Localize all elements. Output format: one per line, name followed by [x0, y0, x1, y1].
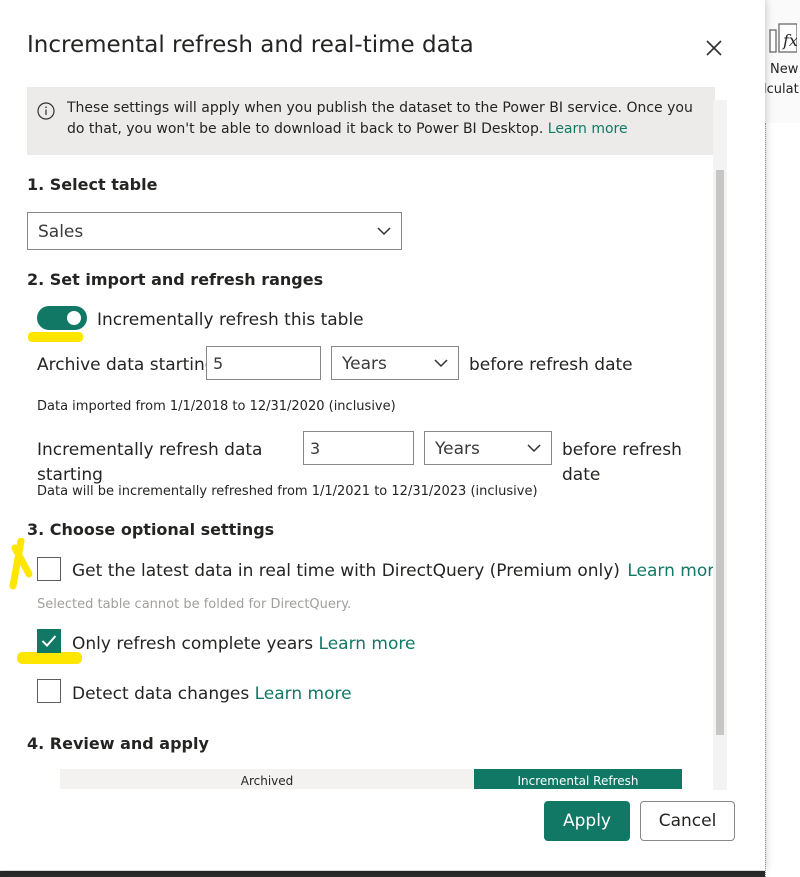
incremental-suffix-line2: date — [562, 465, 601, 485]
section-ranges-heading: 2. Set import and refresh ranges — [27, 270, 324, 289]
dialog-title: Incremental refresh and real-time data — [27, 32, 474, 58]
refresh-timeline: Archived Incremental Refresh — [60, 769, 682, 789]
archive-unit-value: Years — [342, 354, 387, 374]
scrollbar-thumb[interactable] — [716, 170, 724, 735]
detect-changes-label: Detect data changes — [72, 684, 250, 704]
toggle-label: Incrementally refresh this table — [97, 310, 364, 330]
ribbon-label-calculation: lculat — [763, 82, 799, 97]
checkmark-icon — [41, 635, 57, 647]
background-ribbon: fx New lculat — [763, 0, 800, 124]
cancel-button[interactable]: Cancel — [640, 801, 735, 841]
directquery-checkbox[interactable] — [37, 557, 61, 581]
archive-note: Data imported from 1/1/2018 to 12/31/202… — [37, 399, 396, 414]
incremental-value-field[interactable] — [304, 432, 413, 464]
chevron-down-icon — [434, 359, 448, 368]
ribbon-label-new: New — [770, 62, 799, 77]
table-select-value: Sales — [38, 222, 84, 242]
directquery-label: Get the latest data in real time with Di… — [72, 561, 620, 581]
complete-years-label: Only refresh complete years — [72, 634, 314, 654]
directquery-option: Get the latest data in real time with Di… — [72, 561, 724, 581]
incremental-refresh-dialog: Incremental refresh and real-time data T… — [0, 0, 765, 870]
detect-changes-option: Detect data changes Learn more — [72, 684, 352, 704]
info-icon — [37, 102, 55, 120]
highlight-mark — [28, 332, 83, 342]
timeline-archived-segment: Archived — [240, 774, 294, 788]
incremental-label-line1: Incrementally refresh data — [37, 440, 263, 460]
info-text: These settings will apply when you publi… — [67, 98, 697, 140]
info-learn-more-link[interactable]: Learn more — [548, 121, 628, 137]
directquery-note: Selected table cannot be folded for Dire… — [37, 597, 352, 612]
section-select-table-heading: 1. Select table — [27, 175, 158, 194]
close-icon[interactable] — [700, 34, 728, 62]
incremental-note: Data will be incrementally refreshed fro… — [37, 484, 538, 499]
incremental-unit-select[interactable]: Years — [424, 431, 552, 465]
complete-years-checkbox[interactable] — [37, 629, 61, 653]
toggle-knob — [67, 311, 81, 325]
complete-years-option: Only refresh complete years Learn more — [72, 634, 415, 654]
background-canvas — [765, 123, 800, 877]
section-optional-heading: 3. Choose optional settings — [27, 520, 275, 539]
chevron-down-icon — [527, 444, 541, 453]
highlight-mark — [9, 538, 33, 590]
incremental-label-line2: starting — [37, 465, 103, 485]
incremental-unit-value: Years — [435, 439, 480, 459]
table-select[interactable]: Sales — [27, 212, 402, 250]
info-banner: These settings will apply when you publi… — [27, 87, 715, 155]
archive-unit-select[interactable]: Years — [331, 346, 459, 380]
section-review-heading: 4. Review and apply — [27, 734, 209, 753]
chevron-down-icon — [377, 227, 391, 236]
archive-value-input[interactable] — [206, 346, 321, 380]
incremental-suffix-line1: before refresh — [562, 440, 682, 460]
archive-value-field[interactable] — [207, 347, 320, 379]
detect-changes-learn-more-link[interactable]: Learn more — [255, 684, 352, 704]
apply-button[interactable]: Apply — [544, 801, 630, 841]
timeline-incremental-segment: Incremental Refresh — [474, 769, 682, 789]
directquery-learn-more-link[interactable]: Learn more — [627, 561, 724, 581]
incremental-value-input[interactable] — [303, 431, 414, 465]
detect-changes-checkbox[interactable] — [37, 679, 61, 703]
background-edge — [0, 871, 765, 877]
archive-label: Archive data starting — [37, 355, 216, 375]
incremental-refresh-toggle[interactable] — [37, 306, 87, 330]
new-calculation-icon: fx — [769, 23, 797, 53]
archive-suffix: before refresh date — [469, 355, 633, 375]
svg-text:fx: fx — [782, 31, 797, 50]
complete-years-learn-more-link[interactable]: Learn more — [319, 634, 416, 654]
